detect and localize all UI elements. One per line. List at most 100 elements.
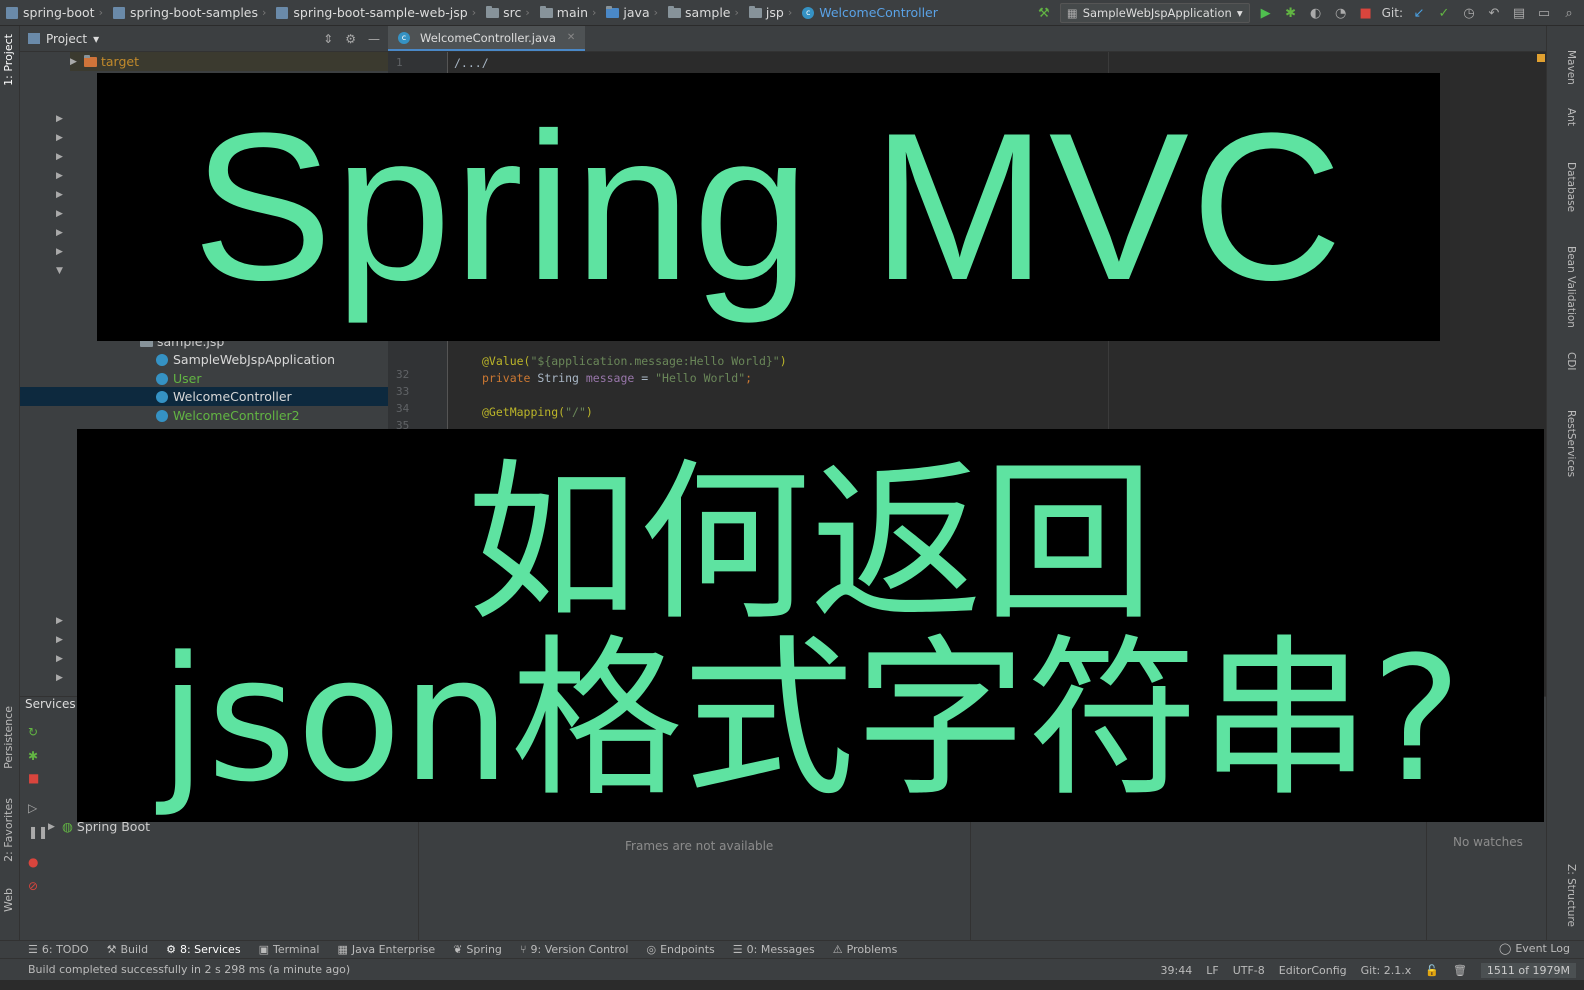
code-line-value[interactable]: @Value("${application.message:Hello Worl… [482, 354, 787, 368]
resume-icon[interactable]: ▷ [28, 801, 37, 815]
breadcrumb-spring-boot-samples[interactable]: spring-boot-samples › [107, 0, 270, 26]
tab-messages[interactable]: ☰ 0: Messages [733, 943, 815, 956]
class-icon [156, 372, 168, 385]
caret-position[interactable]: 39:44 [1161, 964, 1193, 977]
memory-indicator[interactable]: 1511 of 1979M [1480, 962, 1576, 978]
breadcrumb-java[interactable]: java › [600, 0, 662, 26]
tab-bean-validation[interactable]: Bean Validation [1565, 246, 1577, 328]
breadcrumb-src[interactable]: src › [480, 0, 534, 26]
breadcrumb-web-jsp[interactable]: spring-boot-sample-web-jsp › [270, 0, 480, 26]
breadcrumb-label: spring-boot-samples [129, 5, 258, 20]
mute-breakpoints-icon[interactable]: ⊘ [28, 879, 38, 893]
frames-message: Frames are not available [625, 839, 774, 853]
status-message[interactable]: Build completed successfully in 2 s 298 … [28, 963, 350, 976]
run-configuration-select[interactable]: ▦ SampleWebJspApplication ▾ [1059, 3, 1250, 23]
tab-cdi[interactable]: CDI [1565, 352, 1577, 371]
breadcrumb-label: sample [685, 5, 731, 20]
tab-problems[interactable]: ⚠ Problems [833, 943, 898, 956]
lock-icon[interactable]: 🔓 [1425, 964, 1439, 977]
build-hammer-icon[interactable]: ⚒ [1035, 4, 1053, 22]
folder-icon [539, 5, 553, 18]
left-tool-stripe: 1: Project Persistence 2: Favorites Web [0, 26, 20, 940]
tab-version-control[interactable]: ⑂ 9: Version Control [520, 943, 629, 956]
run-icon[interactable]: ▶ [1257, 4, 1275, 22]
git-label: Git: [1381, 6, 1403, 20]
tab-maven[interactable]: Maven [1565, 50, 1577, 85]
search-icon[interactable]: ⌕ [1560, 4, 1578, 22]
class-icon [156, 390, 168, 403]
code-line-message[interactable]: private String message = "Hello World"; [482, 371, 752, 385]
stop-icon[interactable]: ■ [28, 771, 39, 785]
tab-rest-services[interactable]: RestServices [1565, 410, 1577, 477]
tab-ant[interactable]: Ant [1565, 108, 1577, 126]
folded-imports[interactable]: /.../ [454, 56, 489, 70]
breadcrumb-sample[interactable]: sample › [662, 0, 743, 26]
tab-persistence[interactable]: Persistence [2, 706, 15, 769]
module-icon [6, 6, 18, 19]
event-log-button[interactable]: ◯ Event Log [1499, 942, 1570, 955]
tree-item-collapsed[interactable]: ▶ ▶ ▶ ▶ [56, 612, 63, 688]
git-branch[interactable]: Git: 2.1.x [1361, 964, 1412, 977]
chevron-down-icon[interactable]: ▾ [93, 32, 99, 46]
tab-favorites[interactable]: 2: Favorites [2, 798, 15, 862]
tree-item-welcomecontroller2[interactable]: WelcomeController2 [156, 406, 300, 425]
tab-services[interactable]: ⚙ 8: Services [166, 943, 240, 956]
line-separator[interactable]: LF [1206, 964, 1218, 977]
tree-item-welcomecontroller[interactable]: WelcomeController [20, 387, 388, 406]
git-update-icon[interactable]: ↙ [1410, 4, 1428, 22]
tab-label: Spring [466, 943, 502, 956]
tree-item-collapsed[interactable]: ▶ ▶ ▶ ▶ ▶ ▶ ▶ ▶ ▼ [56, 110, 63, 281]
chevron-down-icon: ▾ [1236, 6, 1243, 20]
rerun-icon[interactable]: ↻ [28, 725, 38, 739]
project-structure-icon[interactable]: ▤ [1510, 4, 1528, 22]
tab-endpoints[interactable]: ◎ Endpoints [646, 943, 714, 956]
tree-item-target[interactable]: ▶ target [70, 52, 388, 71]
frames-pane: Frames are not available [418, 817, 970, 941]
pause-icon[interactable]: ❚❚ [28, 825, 48, 839]
folder-icon [486, 5, 500, 18]
tab-database[interactable]: Database [1565, 162, 1577, 212]
tab-todo[interactable]: ☰ 6: TODO [28, 943, 89, 956]
tab-web[interactable]: Web [2, 888, 15, 912]
tab-structure[interactable]: Z: Structure [1565, 864, 1577, 927]
profile-icon[interactable]: ◔ [1332, 4, 1350, 22]
collapse-all-icon[interactable]: ⇕ [323, 32, 333, 46]
git-history-icon[interactable]: ◷ [1460, 4, 1478, 22]
tab-terminal[interactable]: ▣ Terminal [259, 943, 320, 956]
breadcrumb-main[interactable]: main › [534, 0, 601, 26]
tab-label: 6: TODO [41, 943, 89, 956]
breadcrumb-spring-boot[interactable]: spring-boot › [0, 0, 107, 26]
git-commit-icon[interactable]: ✓ [1435, 4, 1453, 22]
breakpoint-icon[interactable]: ● [28, 855, 38, 869]
file-encoding[interactable]: UTF-8 [1233, 964, 1265, 977]
tab-build[interactable]: ⚒ Build [107, 943, 149, 956]
breadcrumb-jsp[interactable]: jsp › [743, 0, 796, 26]
trash-icon[interactable]: 🗑 [1453, 964, 1467, 977]
tab-spring[interactable]: ❦ Spring [453, 943, 502, 956]
services-icon: ⚙ [166, 943, 176, 956]
code-line-getmapping[interactable]: @GetMapping("/") [482, 405, 593, 419]
tree-item-samplewebjspapplication[interactable]: SampleWebJspApplication [156, 350, 335, 369]
gear-icon[interactable]: ⚙ [345, 32, 356, 46]
tab-label: Build [120, 943, 149, 956]
debug-icon[interactable]: ✱ [28, 749, 38, 763]
class-icon: c [802, 6, 815, 19]
overlay-subtitle-line2: json格式字符串? [159, 618, 1462, 820]
tab-label: Java Enterprise [351, 943, 436, 956]
tree-item-user[interactable]: User [156, 369, 202, 388]
git-revert-icon[interactable]: ↶ [1485, 4, 1503, 22]
stop-icon[interactable]: ■ [1357, 4, 1375, 22]
tab-project[interactable]: 1: Project [2, 34, 15, 86]
project-panel-title[interactable]: Project [46, 32, 87, 46]
close-icon[interactable]: ✕ [567, 32, 575, 43]
coverage-icon[interactable]: ◐ [1307, 4, 1325, 22]
tab-java-enterprise[interactable]: ▦ Java Enterprise [337, 943, 435, 956]
minimize-icon[interactable]: — [368, 32, 380, 46]
layout-icon[interactable]: ▭ [1535, 4, 1553, 22]
tree-item-label: SampleWebJspApplication [173, 352, 336, 367]
breadcrumb-welcomecontroller[interactable]: c WelcomeController [796, 0, 942, 26]
tab-welcomecontroller-java[interactable]: c WelcomeController.java ✕ [388, 26, 586, 51]
debug-icon[interactable]: ✱ [1282, 4, 1300, 22]
terminal-icon: ▣ [258, 943, 269, 956]
editorconfig-indicator[interactable]: EditorConfig [1279, 964, 1347, 977]
